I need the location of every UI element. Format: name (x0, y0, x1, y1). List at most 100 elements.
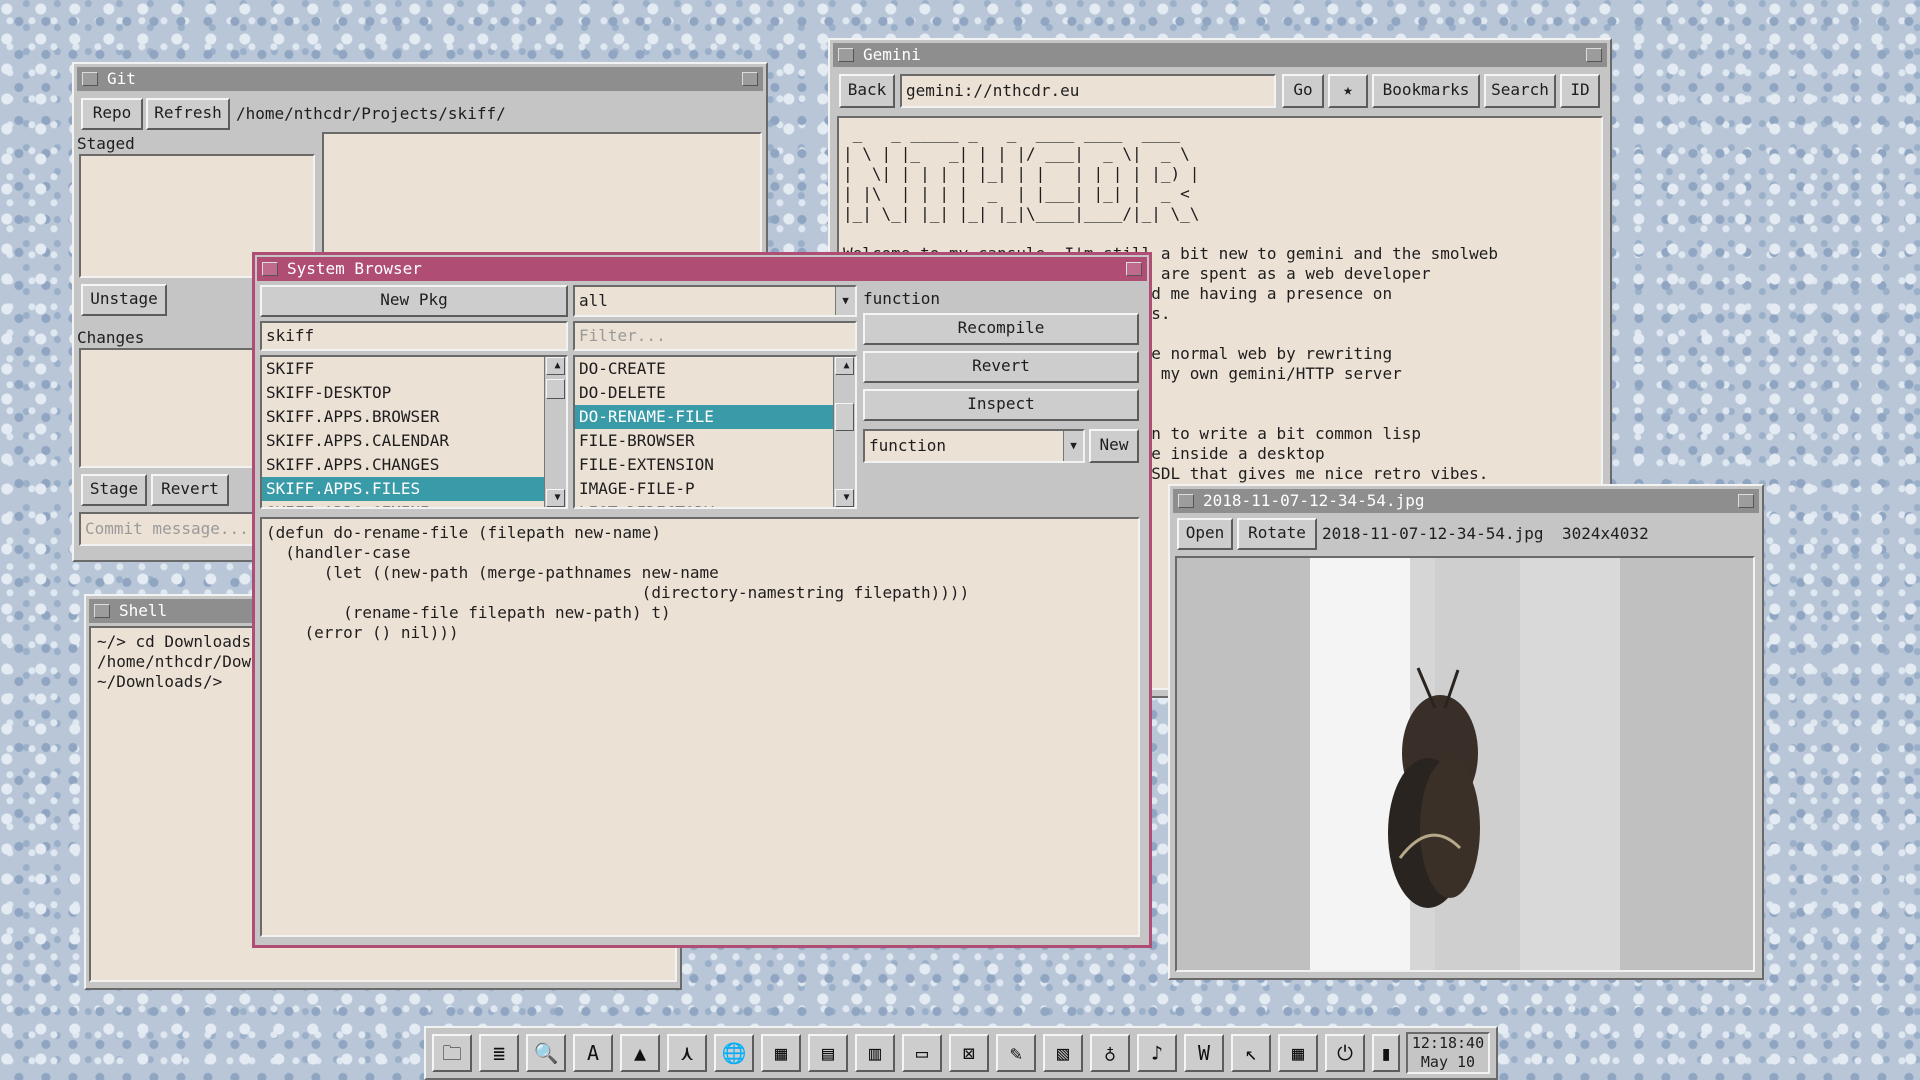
definition-item[interactable]: DO-CREATE (575, 357, 855, 381)
calendar-icon[interactable]: ▦ (1278, 1034, 1318, 1072)
inspect-button[interactable]: Inspect (863, 389, 1139, 421)
search-button[interactable]: Search (1484, 74, 1556, 108)
window-menu-icon[interactable] (82, 72, 98, 86)
image-canvas[interactable] (1175, 556, 1755, 972)
chevron-down-icon[interactable]: ▼ (835, 287, 855, 315)
definition-item[interactable]: DO-DELETE (575, 381, 855, 405)
window-menu-icon[interactable] (94, 604, 110, 618)
gemini-title: Gemini (863, 45, 921, 64)
package-item[interactable]: SKIFF.APPS.CHANGES (262, 453, 566, 477)
stage-button[interactable]: Stage (81, 474, 147, 506)
refresh-button[interactable]: Refresh (146, 98, 230, 130)
unstage-button[interactable]: Unstage (81, 284, 167, 316)
moth-photo (1310, 558, 1620, 970)
clock-time: 12:18:40 (1411, 1034, 1485, 1052)
repo-path: /home/nthcdr/Projects/skiff/ (236, 104, 506, 123)
definition-item[interactable]: IMAGE-FILE-P (575, 477, 855, 501)
url-input[interactable]: gemini://nthcdr.eu (900, 74, 1276, 108)
globe-icon[interactable]: 🌐 (714, 1034, 754, 1072)
code-content: (defun do-rename-file (filepath new-name… (266, 523, 970, 642)
window-grid-icon[interactable]: ▦ (761, 1034, 801, 1072)
window-menu-icon[interactable] (1178, 494, 1194, 508)
kind-select[interactable]: function ▼ (863, 429, 1085, 463)
revert-button[interactable]: Revert (863, 351, 1139, 383)
definition-kind-label: function (863, 289, 941, 308)
maximize-icon[interactable] (1738, 494, 1754, 508)
git-titlebar[interactable]: Git (77, 67, 763, 91)
maximize-icon[interactable] (742, 72, 758, 86)
filter-input[interactable]: Filter... (573, 321, 857, 351)
magnifier-icon[interactable]: 🔍 (526, 1034, 566, 1072)
wordprocessor-icon[interactable]: W (1184, 1034, 1224, 1072)
definition-item[interactable]: FILE-EXTENSION (575, 453, 855, 477)
notepad-icon[interactable]: ✎ (996, 1034, 1036, 1072)
repo-button[interactable]: Repo (81, 98, 143, 130)
font-icon[interactable]: A (573, 1034, 613, 1072)
chevron-down-icon[interactable]: ▼ (1063, 431, 1083, 461)
code-editor[interactable]: (defun do-rename-file (filepath new-name… (260, 517, 1140, 937)
graph-icon[interactable]: ⋏ (667, 1034, 707, 1072)
terminal-icon[interactable]: ▭ (902, 1034, 942, 1072)
system-browser-titlebar[interactable]: System Browser (257, 257, 1147, 281)
mail-icon[interactable]: ⊠ (949, 1034, 989, 1072)
form-icon[interactable]: ▤ (808, 1034, 848, 1072)
maximize-icon[interactable] (1126, 262, 1142, 276)
go-button[interactable]: Go (1282, 74, 1324, 108)
window-menu-icon[interactable] (262, 262, 278, 276)
package-item[interactable]: SKIFF-DESKTOP (262, 381, 566, 405)
glass-icon[interactable]: ♁ (1090, 1034, 1130, 1072)
filter-select[interactable]: all ▼ (573, 285, 857, 317)
scroll-up-icon[interactable]: ▲ (546, 357, 565, 375)
new-definition-button[interactable]: New (1089, 429, 1139, 463)
image-viewer-titlebar[interactable]: 2018-11-07-12-34-54.jpg (1173, 489, 1759, 513)
revert-changes-button[interactable]: Revert (151, 474, 229, 506)
cursor-icon[interactable]: ↖ (1231, 1034, 1271, 1072)
scroll-up-icon[interactable]: ▲ (835, 357, 854, 375)
bookmarks-button[interactable]: Bookmarks (1372, 74, 1480, 108)
open-button[interactable]: Open (1177, 518, 1233, 550)
power-icon[interactable]: ⏻ (1325, 1034, 1365, 1072)
clock-date: May 10 (1420, 1053, 1476, 1071)
definition-item[interactable]: LIST-DIRECTORY (575, 501, 855, 507)
scroll-thumb[interactable] (546, 379, 565, 399)
filter-select-value: all (579, 291, 608, 310)
triangle-icon[interactable]: ▲ (620, 1034, 660, 1072)
package-item[interactable]: SKIFF (262, 357, 566, 381)
rotate-button[interactable]: Rotate (1237, 518, 1317, 550)
maximize-icon[interactable] (1586, 48, 1602, 62)
scroll-down-icon[interactable]: ▼ (546, 489, 565, 507)
identity-button[interactable]: ID (1560, 74, 1600, 108)
clock[interactable]: 12:18:40 May 10 (1406, 1032, 1490, 1074)
back-button[interactable]: Back (839, 74, 895, 108)
folder-icon[interactable]: 🗀 (432, 1034, 472, 1072)
music-note-icon[interactable]: ♪ (1137, 1034, 1177, 1072)
definition-list[interactable]: DO-CREATE DO-DELETE DO-RENAME-FILE FILE-… (573, 355, 857, 509)
new-package-button[interactable]: New Pkg (260, 285, 568, 317)
package-item-selected[interactable]: SKIFF.APPS.FILES (262, 477, 544, 501)
scroll-down-icon[interactable]: ▼ (835, 489, 854, 507)
image-viewer-window: 2018-11-07-12-34-54.jpg Open Rotate 2018… (1168, 484, 1764, 980)
gemini-titlebar[interactable]: Gemini (833, 43, 1607, 67)
recompile-button[interactable]: Recompile (863, 313, 1139, 345)
package-item[interactable]: SKIFF.APPS.CALENDAR (262, 429, 566, 453)
image-viewer-title: 2018-11-07-12-34-54.jpg (1203, 491, 1425, 510)
window-menu-icon[interactable] (838, 48, 854, 62)
staged-label: Staged (77, 134, 135, 153)
definition-scrollbar[interactable]: ▲ ▼ (833, 357, 855, 507)
book-icon[interactable]: ▥ (855, 1034, 895, 1072)
battery-icon: ▮ (1372, 1034, 1400, 1072)
definition-item[interactable]: FILE-BROWSER (575, 429, 855, 453)
image-dimensions: 3024x4032 (1562, 524, 1649, 543)
package-item[interactable]: SKIFF.APPS.GEMINI (262, 501, 566, 507)
package-item[interactable]: SKIFF.APPS.BROWSER (262, 405, 566, 429)
archive-icon[interactable]: ▧ (1043, 1034, 1083, 1072)
scroll-thumb[interactable] (835, 403, 854, 431)
taskbar: 🗀 ≣ 🔍 A ▲ ⋏ 🌐 ▦ ▤ ▥ ▭ ⊠ ✎ ▧ ♁ ♪ W ↖ ▦ ⏻ … (424, 1026, 1498, 1080)
git-title: Git (107, 69, 136, 88)
package-scrollbar[interactable]: ▲ ▼ (544, 357, 566, 507)
document-icon[interactable]: ≣ (479, 1034, 519, 1072)
package-search-input[interactable]: skiff (260, 321, 568, 351)
bookmark-star-icon[interactable]: ★ (1328, 74, 1368, 108)
package-list[interactable]: SKIFF SKIFF-DESKTOP SKIFF.APPS.BROWSER S… (260, 355, 568, 509)
definition-item-selected[interactable]: DO-RENAME-FILE (575, 405, 833, 429)
